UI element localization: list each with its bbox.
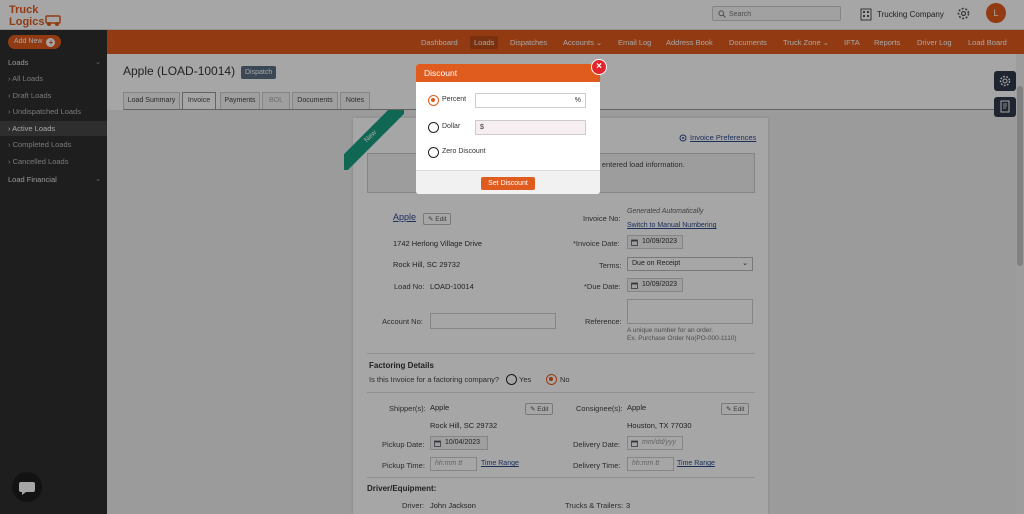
percent-radio[interactable]: [428, 95, 439, 106]
set-discount-button[interactable]: Set Discount: [481, 177, 535, 190]
close-icon[interactable]: ×: [591, 59, 607, 75]
dollar-radio[interactable]: [428, 122, 439, 133]
discount-modal: Discount × Percent % Dollar $ Zero Disco…: [416, 59, 607, 194]
percent-input[interactable]: %: [475, 93, 586, 108]
percent-suffix: %: [574, 97, 581, 104]
percent-label: Percent: [442, 96, 467, 103]
zero-discount-radio[interactable]: [428, 147, 439, 158]
zero-discount-label: Zero Discount: [442, 148, 486, 155]
modal-footer: Set Discount: [416, 170, 600, 194]
dollar-input[interactable]: $: [475, 120, 586, 135]
modal-title: Discount: [416, 64, 600, 82]
dollar-label: Dollar: [442, 123, 461, 130]
dollar-prefix: $: [480, 124, 484, 131]
